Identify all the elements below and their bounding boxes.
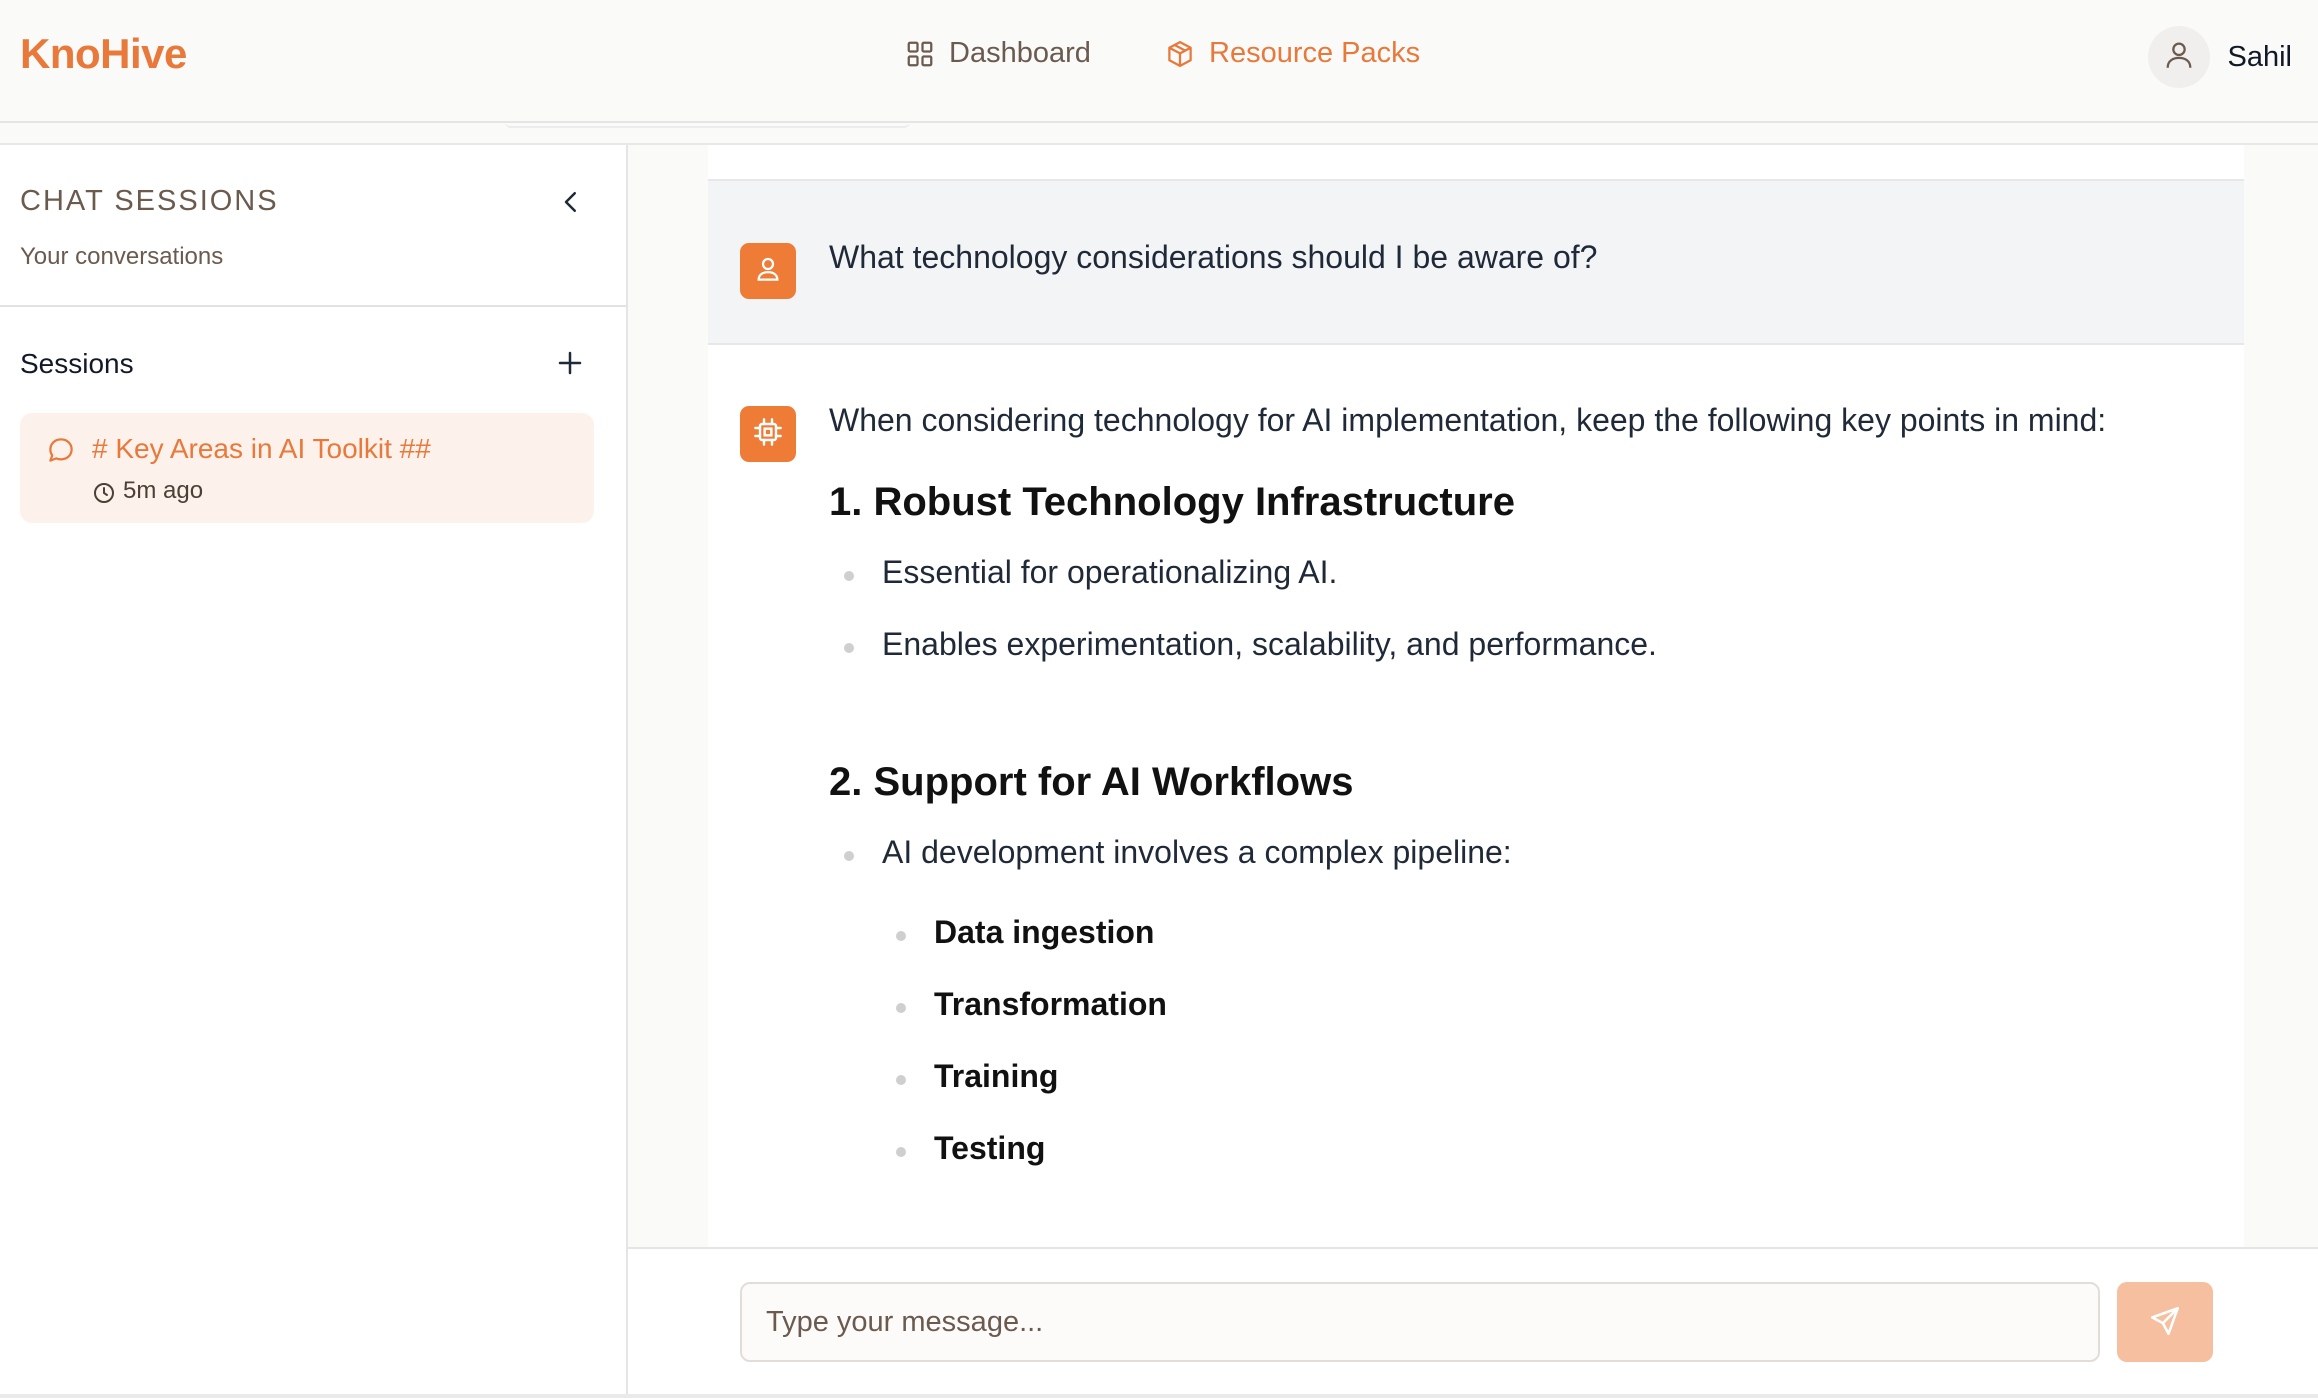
message-input[interactable] bbox=[740, 1282, 2100, 1362]
nav-dashboard[interactable]: Dashboard bbox=[905, 37, 1091, 70]
user-message-text: What technology considerations should I … bbox=[829, 239, 1598, 275]
message-composer bbox=[628, 1247, 2318, 1394]
list-item: AI development involves a complex pipeli… bbox=[844, 834, 1512, 870]
message-circle-icon bbox=[46, 435, 76, 470]
new-session-button[interactable] bbox=[555, 348, 585, 378]
sub-list-item: Transformation bbox=[896, 986, 1167, 1022]
clock-icon bbox=[92, 481, 116, 510]
header-divider bbox=[0, 123, 2318, 145]
sub-list-item: Training bbox=[895, 1058, 1059, 1094]
sidebar-title: CHAT SESSIONS bbox=[20, 185, 279, 217]
session-timestamp: 5m ago bbox=[123, 477, 204, 504]
chat-sessions-sidebar: CHAT SESSIONS Your conversations Session… bbox=[0, 145, 628, 1394]
sub-list-item: Data ingestion bbox=[895, 914, 1155, 950]
user-icon bbox=[753, 254, 783, 289]
send-button[interactable] bbox=[2117, 1282, 2213, 1362]
list-item: Enables experimentation, scalability, an… bbox=[844, 626, 1657, 662]
plus-icon bbox=[555, 351, 585, 382]
section-heading: 2. Support for AI Workflows bbox=[829, 760, 1354, 804]
cpu-icon bbox=[752, 416, 784, 453]
package-icon bbox=[1165, 39, 1195, 69]
send-icon bbox=[2148, 1304, 2182, 1341]
decorative-tab-edge bbox=[505, 122, 910, 128]
sidebar-header: CHAT SESSIONS Your conversations bbox=[0, 145, 626, 307]
user-menu[interactable]: Sahil bbox=[2147, 26, 2293, 88]
sidebar-subtitle: Your conversations bbox=[20, 243, 224, 270]
assistant-message: When considering technology for AI imple… bbox=[708, 345, 2244, 1247]
conversation-scroll[interactable]: What technology considerations should I … bbox=[708, 145, 2244, 1247]
user-avatar-badge bbox=[740, 243, 796, 299]
nav-dashboard-label: Dashboard bbox=[949, 37, 1091, 69]
section-heading: 1. Robust Technology Infrastructure bbox=[829, 480, 1515, 524]
brand-logo[interactable]: KnoHive bbox=[20, 30, 187, 78]
nav-resource-packs-label: Resource Packs bbox=[1209, 37, 1421, 69]
list-item: Essential for operationalizing AI. bbox=[843, 554, 1338, 590]
assistant-avatar-badge bbox=[740, 406, 796, 462]
username: Sahil bbox=[2227, 40, 2293, 73]
sub-list-item: Testing bbox=[895, 1130, 1046, 1166]
collapse-sidebar-button[interactable] bbox=[556, 187, 586, 217]
chat-main-area: What technology considerations should I … bbox=[628, 145, 2318, 1247]
user-icon bbox=[2162, 38, 2196, 77]
chevron-left-icon bbox=[556, 192, 586, 221]
avatar[interactable] bbox=[2147, 26, 2210, 88]
session-item[interactable]: # Key Areas in AI Toolkit ## 5m ago bbox=[20, 413, 594, 523]
grid-icon bbox=[905, 39, 935, 69]
user-message: What technology considerations should I … bbox=[708, 179, 2244, 345]
nav-resource-packs[interactable]: Resource Packs bbox=[1165, 37, 1420, 70]
top-navigation-bar: KnoHive Dashboard Resource Packs Sahil bbox=[0, 0, 2318, 123]
assistant-intro-text: When considering technology for AI imple… bbox=[829, 402, 2107, 438]
window-bottom-edge bbox=[0, 1394, 2318, 1398]
session-title: # Key Areas in AI Toolkit ## bbox=[92, 433, 431, 464]
sessions-label: Sessions bbox=[20, 348, 134, 379]
